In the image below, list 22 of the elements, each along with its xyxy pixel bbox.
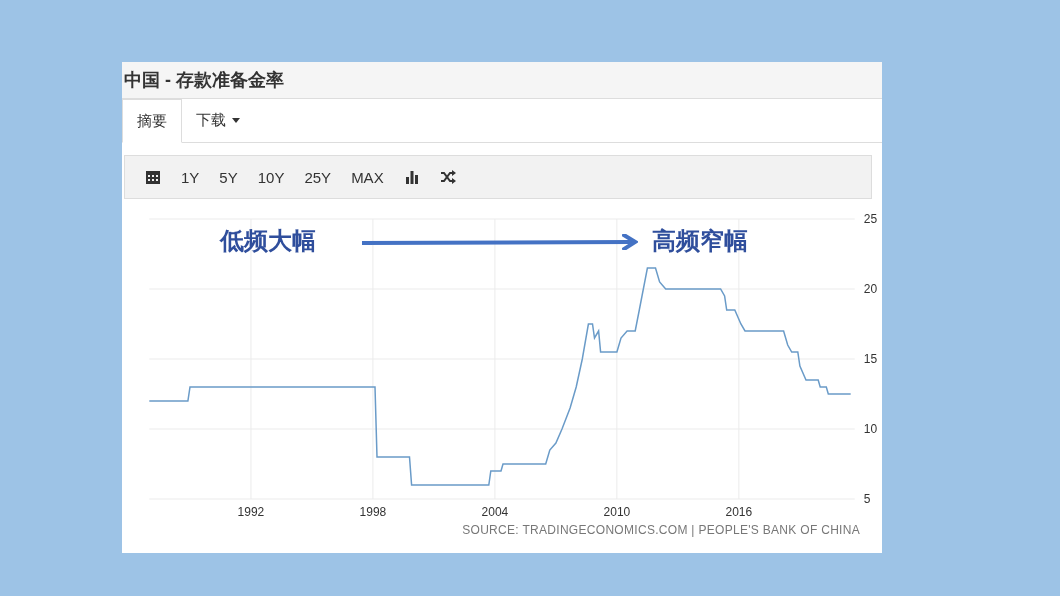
y-tick-label: 10 [863,422,878,436]
annotation-label: 低频大幅 [220,227,316,254]
y-tick-label: 15 [863,352,878,366]
source-note: SOURCE: TRADINGECONOMICS.COM | PEOPLE'S BANK OF CHINA [462,523,860,537]
x-tick-label: 2010 [603,505,631,519]
y-tick-label: 20 [863,282,878,296]
x-tick-label: 1992 [237,505,265,519]
range-button[interactable]: MAX [343,164,392,190]
x-tick-label: 2004 [481,505,509,519]
x-tick-label: 1998 [359,505,387,519]
y-tick-label: 5 [863,492,871,506]
range-button[interactable]: 1Y [173,164,208,190]
tab[interactable]: 摘要 [122,99,182,143]
window-title: 中国 - 存款准备金率 [122,62,882,99]
tab[interactable]: 下载 [182,99,254,142]
caret-icon [232,118,240,123]
range-button[interactable]: 5Y [211,164,246,190]
range-button[interactable]: 10Y [249,164,293,190]
range-button[interactable]: 25Y [296,164,340,190]
x-tick-label: 2016 [725,505,753,519]
y-tick-label: 25 [863,212,878,226]
annotation-label: 高频窄幅 [652,227,748,254]
